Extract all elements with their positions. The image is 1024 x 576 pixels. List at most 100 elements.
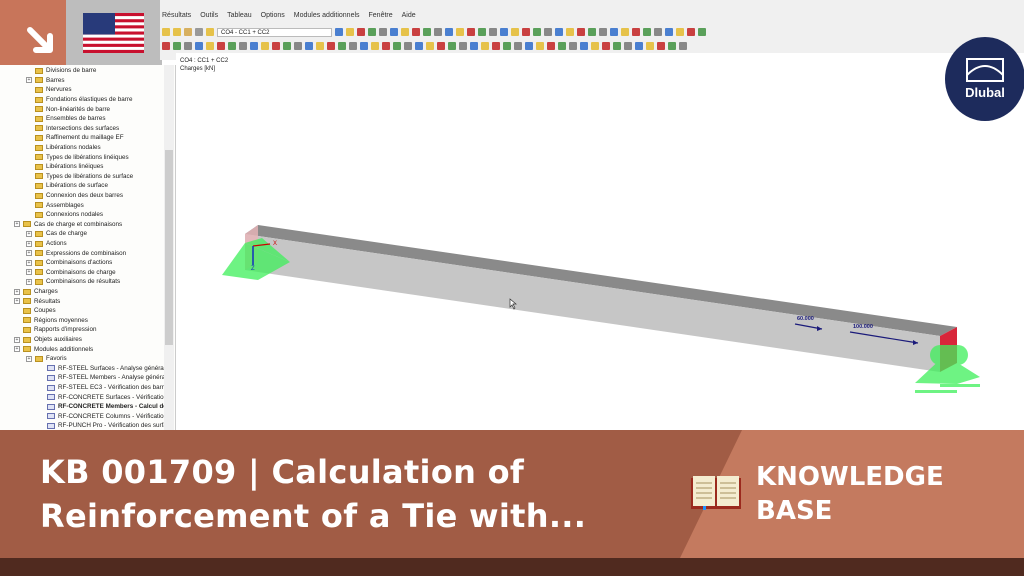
toolbar-icon[interactable] (445, 28, 453, 36)
tree-item[interactable]: Libérations nodales (26, 143, 101, 153)
toolbar-icon[interactable] (478, 28, 486, 36)
tree-item[interactable]: Non-linéarités de barre (26, 104, 110, 114)
toolbar-icon[interactable] (635, 42, 643, 50)
toolbar-icon[interactable] (228, 42, 236, 50)
toolbar-icon[interactable] (360, 42, 368, 50)
expand-toggle-icon[interactable]: + (26, 77, 32, 84)
expand-toggle-icon[interactable]: + (26, 259, 32, 266)
tree-item[interactable]: + Résultats (14, 296, 60, 306)
toolbar-icon[interactable] (514, 42, 522, 50)
tree-item[interactable]: Fondations élastiques de barre (26, 95, 132, 105)
toolbar-icon[interactable] (206, 42, 214, 50)
toolbar-icon[interactable] (184, 42, 192, 50)
expand-toggle-icon[interactable]: + (14, 298, 20, 305)
toolbar-icon[interactable] (500, 28, 508, 36)
toolbar-icon[interactable] (624, 42, 632, 50)
tree-item[interactable]: + Cas de charge (26, 229, 87, 239)
tree-item[interactable]: Libérations de surface (26, 181, 108, 191)
expand-toggle-icon[interactable]: + (26, 250, 32, 257)
toolbar-icon[interactable] (566, 28, 574, 36)
toolbar-icon[interactable] (489, 28, 497, 36)
tree-item[interactable]: RF-CONCRETE Surfaces - Vérification d (38, 392, 172, 402)
toolbar-icon[interactable] (349, 42, 357, 50)
expand-toggle-icon[interactable]: + (26, 269, 32, 276)
tree-item[interactable]: + Combinaisons d'actions (26, 258, 112, 268)
toolbar-icon[interactable] (335, 28, 343, 36)
toolbar-icon[interactable] (206, 28, 214, 36)
toolbar-icon[interactable] (173, 28, 181, 36)
tree-item[interactable]: Coupes (14, 306, 56, 316)
toolbar-icon[interactable] (698, 28, 706, 36)
toolbar-icon[interactable] (591, 42, 599, 50)
toolbar-icon[interactable] (305, 42, 313, 50)
toolbar-icon[interactable] (379, 28, 387, 36)
dlubal-logo[interactable]: Dlubal (945, 37, 1024, 121)
toolbar-icon[interactable] (448, 42, 456, 50)
tree-item[interactable]: + Objets auxiliaires (14, 335, 82, 345)
toolbar-icon[interactable] (357, 28, 365, 36)
toolbar-icon[interactable] (162, 42, 170, 50)
toolbar-icon[interactable] (588, 28, 596, 36)
tree-item[interactable]: + Actions (26, 239, 67, 249)
toolbar-icon[interactable] (632, 28, 640, 36)
toolbar-icon[interactable] (195, 42, 203, 50)
toolbar-icon[interactable] (401, 28, 409, 36)
tree-item[interactable]: + Charges (14, 287, 58, 297)
tree-item[interactable]: RF-CONCRETE Columns - Vérification (38, 412, 167, 422)
toolbar-icon[interactable] (470, 42, 478, 50)
toolbar-icon[interactable] (371, 42, 379, 50)
tree-item[interactable]: + Expressions de combinaison (26, 248, 126, 258)
tree-item[interactable]: Divisions de barre (26, 66, 96, 76)
toolbar-icon[interactable] (613, 42, 621, 50)
expand-toggle-icon[interactable]: + (26, 278, 32, 285)
tree-item[interactable]: Raffinement du maillage EF (26, 133, 124, 143)
toolbar-icon[interactable] (654, 28, 662, 36)
tree-item[interactable]: + Cas de charge et combinaisons (14, 220, 122, 230)
load-case-select[interactable]: CO4 - CC1 + CC2 (217, 27, 332, 37)
toolbar-icon[interactable] (283, 42, 291, 50)
toolbar-icon[interactable] (522, 28, 530, 36)
toolbar-icon[interactable] (621, 28, 629, 36)
expand-toggle-icon[interactable]: + (14, 346, 20, 353)
tree-item[interactable]: RF-STEEL Members - Analyse générale (38, 373, 170, 383)
3d-viewport[interactable] (176, 53, 1024, 430)
menu-aide[interactable]: Aide (402, 12, 416, 19)
toolbar-icon[interactable] (544, 28, 552, 36)
toolbar-icon[interactable] (569, 42, 577, 50)
toolbar-icon[interactable] (338, 42, 346, 50)
tree-item[interactable]: + Favoris (26, 354, 67, 364)
toolbar-icon[interactable] (602, 42, 610, 50)
toolbar-icon[interactable] (390, 28, 398, 36)
toolbar-icon[interactable] (393, 42, 401, 50)
toolbar-icon[interactable] (676, 28, 684, 36)
tree-item[interactable]: Intersections des surfaces (26, 124, 119, 134)
toolbar-icon[interactable] (665, 28, 673, 36)
tree-item[interactable]: RF-PUNCH Pro - Vérification des surfa (38, 421, 167, 430)
tree-item[interactable]: Nervures (26, 85, 72, 95)
expand-toggle-icon[interactable]: + (26, 230, 32, 237)
toolbar-icon[interactable] (382, 42, 390, 50)
toolbar-icon[interactable] (467, 28, 475, 36)
toolbar-icon[interactable] (481, 42, 489, 50)
toolbar-icon[interactable] (599, 28, 607, 36)
tree-item[interactable]: Assemblages (26, 200, 84, 210)
menu-resultats[interactable]: Résultats (162, 12, 191, 19)
toolbar-icon[interactable] (412, 28, 420, 36)
toolbar-icon[interactable] (555, 28, 563, 36)
toolbar-icon[interactable] (577, 28, 585, 36)
toolbar-icon[interactable] (580, 42, 588, 50)
tree-item[interactable]: Libérations linéiques (26, 162, 103, 172)
toolbar-icon[interactable] (536, 42, 544, 50)
tree-item[interactable]: Rapports d'impression (14, 325, 96, 335)
toolbar-icon[interactable] (437, 42, 445, 50)
toolbar-icon[interactable] (261, 42, 269, 50)
toolbar-icon[interactable] (184, 28, 192, 36)
toolbar-icon[interactable] (558, 42, 566, 50)
toolbar-icon[interactable] (434, 28, 442, 36)
expand-toggle-icon[interactable]: + (26, 355, 32, 362)
toolbar-icon[interactable] (250, 42, 258, 50)
toolbar-icon[interactable] (316, 42, 324, 50)
menu-fenetre[interactable]: Fenêtre (369, 12, 393, 19)
toolbar-icon[interactable] (239, 42, 247, 50)
tree-item[interactable]: + Modules additionnels (14, 344, 93, 354)
